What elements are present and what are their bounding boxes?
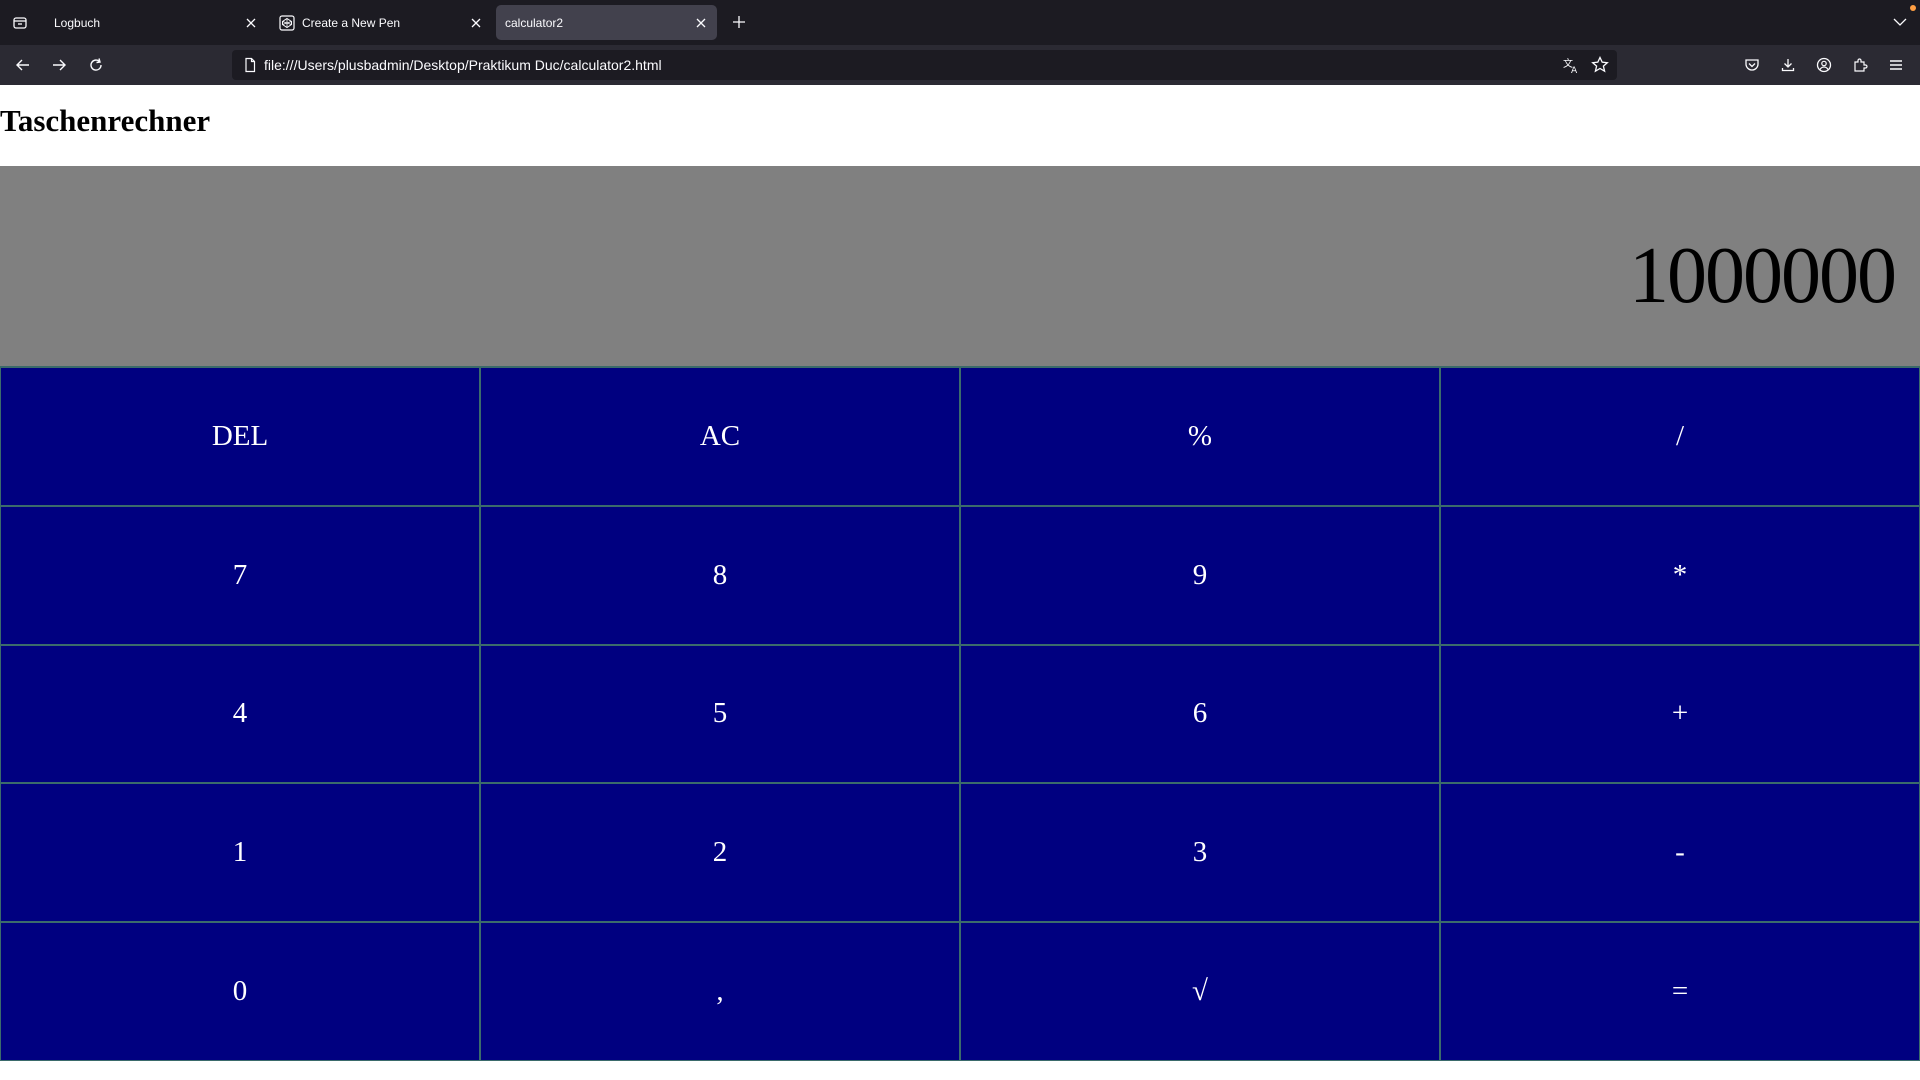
tab-calculator2[interactable]: calculator2 — [496, 5, 717, 40]
forward-arrow-icon[interactable] — [47, 53, 71, 77]
tab-logbuch[interactable]: Logbuch — [46, 5, 267, 40]
svg-text:A: A — [1571, 66, 1578, 74]
page-icon — [242, 57, 258, 73]
key-2[interactable]: 2 — [480, 783, 960, 923]
tab-label: calculator2 — [505, 15, 564, 30]
navigation-toolbar: file:///Users/plusbadmin/Desktop/Praktik… — [0, 45, 1920, 85]
key-divide[interactable]: / — [1440, 367, 1920, 506]
key-1[interactable]: 1 — [0, 783, 480, 923]
close-icon[interactable] — [691, 13, 711, 33]
key-4[interactable]: 4 — [0, 644, 480, 784]
codepen-icon — [279, 15, 295, 31]
key-minus[interactable]: - — [1440, 783, 1920, 923]
key-ac[interactable]: AC — [480, 367, 960, 506]
key-7[interactable]: 7 — [0, 505, 480, 645]
key-9[interactable]: 9 — [960, 505, 1440, 645]
tab-create-new-pen[interactable]: Create a New Pen — [271, 5, 492, 40]
key-3[interactable]: 3 — [960, 783, 1440, 923]
key-5[interactable]: 5 — [480, 644, 960, 784]
url-bar[interactable]: file:///Users/plusbadmin/Desktop/Praktik… — [232, 50, 1617, 80]
key-plus[interactable]: + — [1440, 644, 1920, 784]
notification-dot — [1910, 5, 1916, 11]
menu-icon[interactable] — [1885, 54, 1907, 76]
page-title: Taschenrechner — [0, 103, 211, 138]
reload-icon[interactable] — [84, 53, 108, 77]
download-icon[interactable] — [1777, 54, 1799, 76]
key-8[interactable]: 8 — [480, 505, 960, 645]
tab-list-icon[interactable] — [8, 12, 32, 34]
page-content: Taschenrechner 1000000 DEL AC % / 7 8 9 … — [0, 85, 1920, 1080]
key-comma[interactable]: , — [480, 922, 960, 1061]
calculator-keypad: DEL AC % / 7 8 9 * 4 5 6 + 1 2 3 - 0 , √… — [0, 366, 1920, 1061]
pocket-icon[interactable] — [1741, 54, 1763, 76]
tab-label: Create a New Pen — [302, 15, 401, 30]
close-icon[interactable] — [241, 13, 261, 33]
tab-bar: Logbuch Create a New Pen calculator2 — [0, 0, 1920, 45]
key-sqrt[interactable]: √ — [960, 922, 1440, 1061]
tab-label: Logbuch — [54, 15, 101, 30]
url-text[interactable]: file:///Users/plusbadmin/Desktop/Praktik… — [264, 50, 662, 80]
key-equals[interactable]: = — [1440, 922, 1920, 1061]
key-6[interactable]: 6 — [960, 644, 1440, 784]
close-icon[interactable] — [466, 13, 486, 33]
account-icon[interactable] — [1813, 54, 1835, 76]
translate-icon[interactable]: 文A — [1561, 55, 1581, 75]
key-0[interactable]: 0 — [0, 922, 480, 1061]
calculator-display: 1000000 — [0, 166, 1920, 366]
new-tab-icon[interactable] — [728, 11, 750, 33]
extensions-icon[interactable] — [1849, 54, 1871, 76]
key-percent[interactable]: % — [960, 367, 1440, 506]
chevron-down-icon[interactable] — [1890, 12, 1910, 32]
display-value: 1000000 — [1629, 232, 1897, 320]
key-del[interactable]: DEL — [0, 367, 480, 506]
back-arrow-icon[interactable] — [11, 53, 35, 77]
key-multiply[interactable]: * — [1440, 505, 1920, 645]
bookmark-star-icon[interactable] — [1590, 55, 1610, 75]
